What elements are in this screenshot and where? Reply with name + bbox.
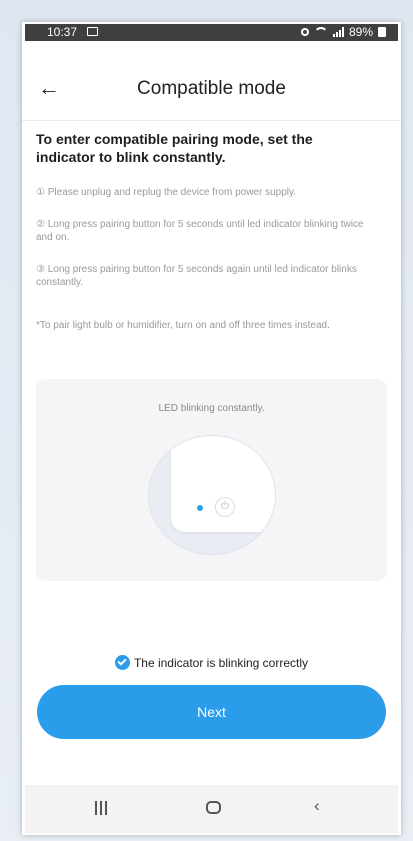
led-indicator-icon [197, 505, 203, 511]
next-button[interactable]: Next [37, 685, 386, 739]
system-nav-bar: ‹ [25, 785, 398, 833]
instruction-heading: To enter compatible pairing mode, set th… [36, 131, 313, 165]
step-3: ③ Long press pairing button for 5 second… [36, 264, 357, 288]
recent-apps-icon[interactable] [95, 801, 107, 815]
checkmark-icon[interactable] [114, 655, 130, 670]
app-header: ← Compatible mode [22, 60, 401, 121]
led-diagram: LED blinking constantly. ⏻ [36, 379, 387, 581]
step-2: ② Long press pairing button for 5 second… [36, 219, 364, 243]
battery-icon [378, 27, 386, 37]
step-1: ① Please unplug and replug the device fr… [36, 187, 297, 198]
status-icons: 89% [300, 25, 386, 39]
confirm-checkbox-row[interactable]: The indicator is blinking correctly [22, 655, 401, 670]
alarm-icon [300, 28, 309, 36]
device-body: ⏻ [171, 436, 275, 532]
status-bar: 10:37 89% [25, 24, 398, 41]
battery-percent: 89% [348, 25, 373, 39]
confirm-label: The indicator is blinking correctly [133, 655, 309, 670]
diagram-caption: LED blinking constantly. [158, 403, 265, 414]
device-illustration: ⏻ [148, 435, 276, 555]
image-notification-icon [87, 27, 98, 36]
phone-screen: 10:37 89% ← Compatible mode To enter com… [22, 22, 401, 835]
power-icon: ⏻ [215, 497, 235, 517]
wifi-icon [313, 27, 328, 37]
nav-back-icon[interactable]: ‹ [314, 797, 320, 815]
page-title: Compatible mode [137, 78, 286, 99]
status-time: 10:37 [47, 25, 78, 39]
home-icon[interactable] [206, 801, 221, 814]
signal-icon [332, 27, 344, 37]
pairing-note: *To pair light bulb or humidifier, turn … [36, 320, 330, 331]
